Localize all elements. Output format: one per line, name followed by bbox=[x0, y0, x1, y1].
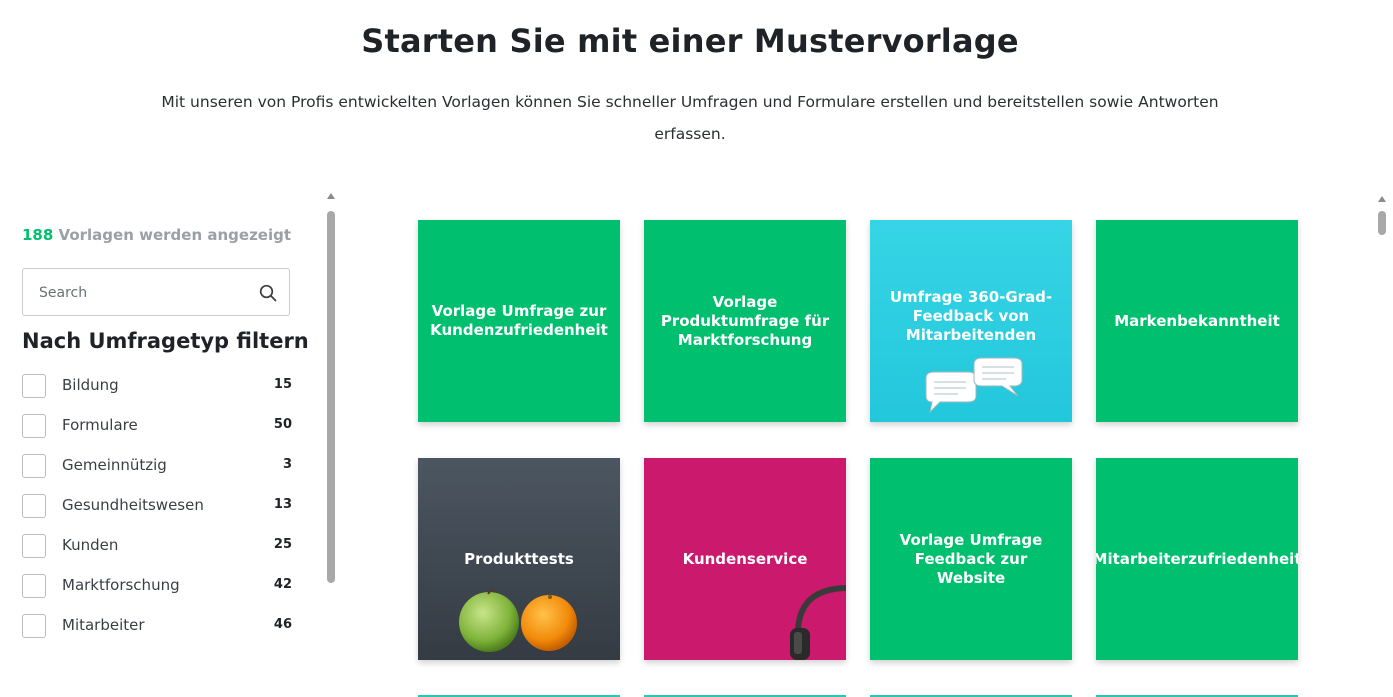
filter-list: Bildung 15 Formulare 50 Gemeinnützig 3 G… bbox=[22, 373, 294, 653]
template-card-title: Mitarbeiterzufriedenheit bbox=[1096, 549, 1298, 568]
filter-checkbox[interactable] bbox=[22, 574, 46, 598]
sidebar-scrollbar-thumb[interactable] bbox=[327, 211, 335, 583]
template-card-title: Vorlage Produktumfrage für Marktforschun… bbox=[660, 292, 830, 349]
sidebar-scrollbar[interactable] bbox=[325, 193, 337, 697]
template-count: 188 Vorlagen werden angezeigt bbox=[22, 226, 291, 244]
filter-label: Mitarbeiter bbox=[62, 616, 145, 634]
template-card-title: Kundenservice bbox=[682, 549, 808, 568]
template-card-title: Umfrage 360-Grad-Feedback von Mitarbeite… bbox=[889, 287, 1053, 344]
filter-item-marktforschung[interactable]: Marktforschung 42 bbox=[22, 573, 294, 613]
filter-count: 15 bbox=[273, 377, 292, 392]
filter-item-kunden[interactable]: Kunden 25 bbox=[22, 533, 294, 573]
filter-count: 25 bbox=[273, 537, 292, 552]
template-card-title: Vorlage Umfrage Feedback zur Website bbox=[899, 530, 1043, 587]
template-grid: Vorlage Umfrage zur Kundenzufriedenheit … bbox=[340, 185, 1375, 697]
template-card[interactable]: Umfrage 360-Grad-Feedback von Mitarbeite… bbox=[870, 220, 1072, 422]
scroll-up-arrow-icon[interactable] bbox=[1378, 196, 1386, 202]
speech-bubbles-icon bbox=[925, 357, 1023, 414]
filter-label: Bildung bbox=[62, 376, 119, 394]
filter-count: 42 bbox=[273, 577, 292, 592]
search-icon[interactable] bbox=[259, 284, 277, 302]
filter-checkbox[interactable] bbox=[22, 614, 46, 638]
scroll-up-arrow-icon[interactable] bbox=[327, 193, 335, 199]
main-scrollbar-thumb[interactable] bbox=[1378, 211, 1386, 235]
template-card[interactable]: Markenbekanntheit bbox=[1096, 220, 1298, 422]
filter-count: 13 bbox=[273, 497, 292, 512]
filter-checkbox[interactable] bbox=[22, 534, 46, 558]
search-box bbox=[22, 268, 290, 317]
filter-label: Marktforschung bbox=[62, 576, 180, 594]
template-count-number: 188 bbox=[22, 226, 54, 244]
search-input[interactable] bbox=[37, 269, 251, 317]
filter-item-gesundheitswesen[interactable]: Gesundheitswesen 13 bbox=[22, 493, 294, 533]
filter-count: 50 bbox=[273, 417, 292, 432]
template-count-text: Vorlagen werden angezeigt bbox=[58, 226, 292, 244]
filter-item-mitarbeiter[interactable]: Mitarbeiter 46 bbox=[22, 613, 294, 653]
filter-checkbox[interactable] bbox=[22, 494, 46, 518]
apple-orange-icon bbox=[459, 589, 577, 652]
filter-label: Gemeinnützig bbox=[62, 456, 167, 474]
template-card-title: Vorlage Umfrage zur Kundenzufriedenheit bbox=[430, 302, 608, 339]
filter-checkbox[interactable] bbox=[22, 454, 46, 478]
main-scrollbar[interactable] bbox=[1375, 185, 1393, 697]
page-subtitle: Mit unseren von Profis entwickelten Vorl… bbox=[161, 93, 1219, 143]
template-card[interactable]: Vorlage Produktumfrage für Marktforschun… bbox=[644, 220, 846, 422]
filter-item-bildung[interactable]: Bildung 15 bbox=[22, 373, 294, 413]
template-card-title: Produkttests bbox=[464, 549, 574, 568]
template-card[interactable]: Mitarbeiterzufriedenheit bbox=[1096, 458, 1298, 660]
filter-label: Formulare bbox=[62, 416, 138, 434]
filter-checkbox[interactable] bbox=[22, 374, 46, 398]
filter-sidebar: 188 Vorlagen werden angezeigt Nach Umfra… bbox=[0, 185, 340, 697]
headset-icon bbox=[790, 585, 846, 660]
filter-label: Gesundheitswesen bbox=[62, 496, 204, 514]
page-title: Starten Sie mit einer Mustervorlage bbox=[361, 22, 1019, 60]
filter-item-formulare[interactable]: Formulare 50 bbox=[22, 413, 294, 453]
filter-item-gemeinnuetzig[interactable]: Gemeinnützig 3 bbox=[22, 453, 294, 493]
filter-title: Nach Umfragetyp filtern bbox=[22, 329, 309, 353]
filter-count: 3 bbox=[282, 457, 292, 472]
template-card-title: Markenbekanntheit bbox=[1114, 311, 1280, 330]
filter-label: Kunden bbox=[62, 536, 119, 554]
template-card[interactable]: Produkttests bbox=[418, 458, 620, 660]
filter-checkbox[interactable] bbox=[22, 414, 46, 438]
filter-count: 46 bbox=[273, 617, 292, 632]
template-card[interactable]: Kundenservice bbox=[644, 458, 846, 660]
template-card[interactable]: Vorlage Umfrage Feedback zur Website bbox=[870, 458, 1072, 660]
template-card[interactable]: Vorlage Umfrage zur Kundenzufriedenheit bbox=[418, 220, 620, 422]
